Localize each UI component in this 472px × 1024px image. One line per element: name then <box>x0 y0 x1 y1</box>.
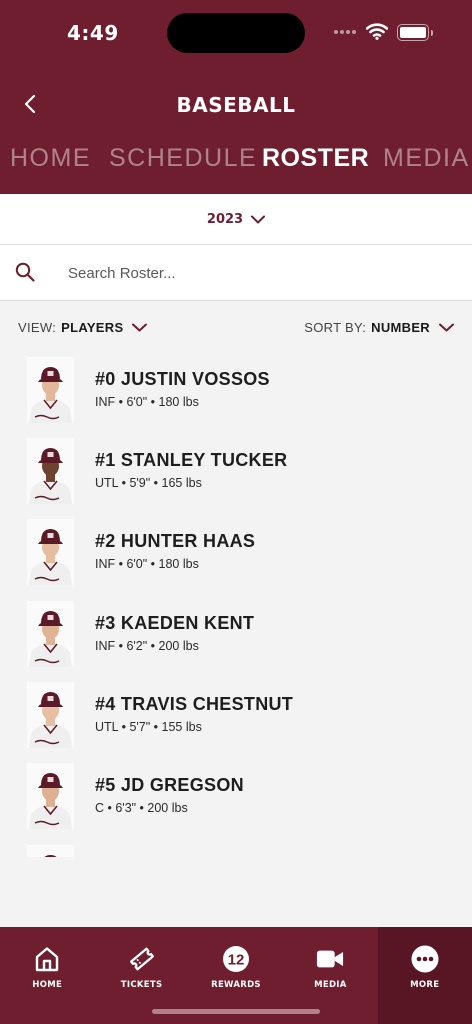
player-photo <box>27 682 74 748</box>
chevron-down-icon <box>251 215 266 223</box>
home-icon <box>33 945 61 973</box>
nav-more[interactable]: MORE <box>377 927 472 1024</box>
nav-more-label: MORE <box>410 980 440 990</box>
player-name: #2 HUNTER HAAS <box>95 531 256 551</box>
app-header: 4:49 BASEBALL HOME SCHEDULE ROSTER MEDIA <box>0 0 472 194</box>
sort-filter-label: SORT BY: <box>304 320 367 335</box>
search-bar <box>0 245 472 301</box>
player-name: #0 JUSTIN VOSSOS <box>95 369 270 389</box>
roster-row[interactable]: #5 JD GREGSON C • 6'3" • 200 lbs <box>0 763 472 831</box>
player-details: C • 6'3" • 200 lbs <box>95 801 188 815</box>
page-title: BASEBALL <box>176 93 296 117</box>
player-name: #3 KAEDEN KENT <box>95 613 255 633</box>
player-details: INF • 6'0" • 180 lbs <box>95 395 199 409</box>
chevron-down-icon <box>132 323 148 332</box>
season-year: 2023 <box>206 211 244 227</box>
season-selector[interactable]: 2023 <box>0 194 472 245</box>
roster-row[interactable]: #1 STANLEY TUCKER UTL • 5'9" • 165 lbs <box>0 438 472 506</box>
roster-row[interactable]: #3 KAEDEN KENT INF • 6'2" • 200 lbs <box>0 601 472 669</box>
nav-home-label: HOME <box>32 980 63 990</box>
player-name: #4 TRAVIS CHESTNUT <box>95 694 294 714</box>
rewards-12-icon: 12 <box>222 945 250 973</box>
player-photo <box>27 519 74 585</box>
sort-filter[interactable]: SORT BY: NUMBER <box>304 320 454 335</box>
nav-media-label: MEDIA <box>314 980 347 990</box>
wifi-icon <box>366 23 388 40</box>
player-name: #1 STANLEY TUCKER <box>95 450 288 470</box>
dynamic-island <box>167 13 305 53</box>
roster-row[interactable]: #0 JUSTIN VOSSOS INF • 6'0" • 180 lbs <box>0 357 472 425</box>
status-bar: 4:49 <box>0 0 472 64</box>
view-filter-value: PLAYERS <box>61 320 124 335</box>
player-photo <box>27 601 74 667</box>
player-photo <box>27 438 74 504</box>
tab-home[interactable]: HOME <box>10 144 91 173</box>
tab-roster[interactable]: ROSTER <box>262 144 369 173</box>
rewards-badge: 12 <box>228 952 245 969</box>
cellular-signal-icon <box>334 30 356 34</box>
player-details: INF • 6'0" • 180 lbs <box>95 557 199 571</box>
battery-icon <box>397 24 433 41</box>
sort-filter-value: NUMBER <box>371 320 430 335</box>
chevron-down-icon <box>439 323 454 332</box>
ticket-icon <box>128 945 156 973</box>
search-icon <box>15 262 35 282</box>
player-details: UTL • 5'9" • 165 lbs <box>95 476 202 490</box>
search-input[interactable] <box>68 257 448 289</box>
roster-row[interactable]: #4 TRAVIS CHESTNUT UTL • 5'7" • 155 lbs <box>0 682 472 750</box>
player-photo <box>27 357 74 423</box>
nav-tickets-label: TICKETS <box>120 980 163 990</box>
player-details: INF • 6'2" • 200 lbs <box>95 639 199 653</box>
nav-home[interactable]: HOME <box>0 927 94 1024</box>
roster-row[interactable]: #2 HUNTER HAAS INF • 6'0" • 180 lbs <box>0 519 472 587</box>
player-details: UTL • 5'7" • 155 lbs <box>95 720 202 734</box>
more-dots-icon <box>411 945 439 973</box>
nav-rewards-label: REWARDS <box>211 980 261 990</box>
player-name: #5 JD GREGSON <box>95 775 244 795</box>
roster-list: #0 JUSTIN VOSSOS INF • 6'0" • 180 lbs #1… <box>0 357 472 927</box>
tab-schedule[interactable]: SCHEDULE <box>109 144 257 173</box>
status-time: 4:49 <box>67 21 119 45</box>
home-indicator[interactable] <box>152 1009 320 1014</box>
roster-row-partial[interactable] <box>0 845 472 913</box>
section-tabs: HOME SCHEDULE ROSTER MEDIA <box>0 144 472 178</box>
player-photo <box>27 845 74 857</box>
player-photo <box>27 763 74 829</box>
tab-media[interactable]: MEDIA <box>383 144 470 173</box>
video-camera-icon <box>316 945 344 973</box>
view-filter[interactable]: VIEW: PLAYERS <box>18 320 148 335</box>
view-filter-label: VIEW: <box>18 320 57 335</box>
roster-filters: VIEW: PLAYERS SORT BY: NUMBER <box>0 316 472 342</box>
